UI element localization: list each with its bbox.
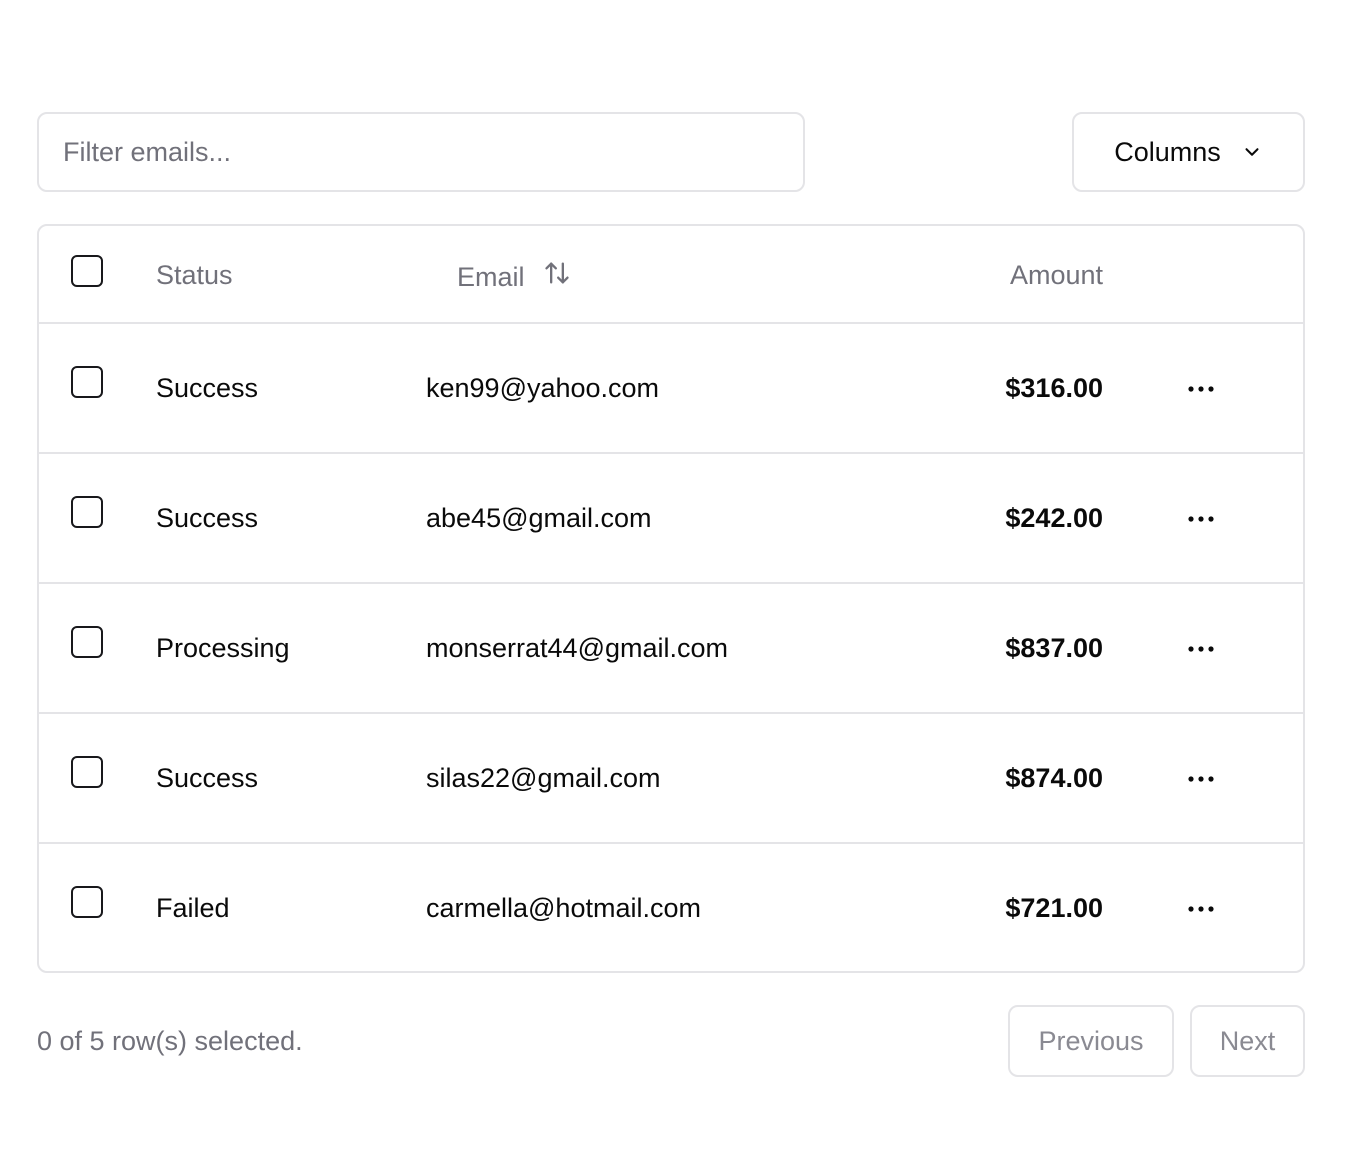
table-toolbar: Columns	[37, 112, 1305, 192]
row-select-checkbox[interactable]	[71, 756, 103, 788]
email-cell: monserrat44@gmail.com	[426, 633, 729, 663]
email-column-header: Email	[457, 261, 525, 292]
select-all-checkbox[interactable]	[71, 255, 103, 287]
status-column-header: Status	[156, 260, 233, 290]
amount-column-header: Amount	[1009, 260, 1103, 290]
row-actions-button[interactable]	[1183, 501, 1219, 537]
email-cell: ken99@yahoo.com	[426, 373, 660, 403]
chevron-down-icon	[1241, 141, 1263, 163]
previous-page-button[interactable]: Previous	[1008, 1005, 1174, 1077]
status-cell: Success	[156, 503, 259, 533]
row-select-checkbox[interactable]	[71, 626, 103, 658]
more-horizontal-icon	[1188, 776, 1214, 782]
table-row: Success abe45@gmail.com $242.00	[39, 454, 1303, 584]
amount-cell: $874.00	[1005, 763, 1103, 793]
row-actions-button[interactable]	[1183, 891, 1219, 927]
arrow-up-down-icon	[543, 259, 571, 294]
amount-cell: $837.00	[1005, 633, 1103, 663]
row-actions-button[interactable]	[1183, 761, 1219, 797]
email-cell: carmella@hotmail.com	[426, 893, 701, 923]
table-row: Failed carmella@hotmail.com $721.00	[39, 844, 1303, 971]
status-cell: Failed	[156, 893, 230, 923]
row-select-checkbox[interactable]	[71, 366, 103, 398]
table-footer: 0 of 5 row(s) selected. Previous Next	[37, 1005, 1305, 1077]
next-page-button[interactable]: Next	[1190, 1005, 1305, 1077]
table-header-row: Status Email Amount	[39, 226, 1303, 324]
more-horizontal-icon	[1188, 516, 1214, 522]
email-cell: silas22@gmail.com	[426, 763, 661, 793]
row-actions-button[interactable]	[1183, 631, 1219, 667]
more-horizontal-icon	[1188, 906, 1214, 912]
table-row: Success silas22@gmail.com $874.00	[39, 714, 1303, 844]
filter-emails-input[interactable]	[37, 112, 805, 192]
status-cell: Success	[156, 373, 259, 403]
email-sort-button[interactable]: Email	[457, 259, 571, 294]
status-cell: Processing	[156, 633, 290, 663]
amount-cell: $721.00	[1005, 893, 1103, 923]
columns-button[interactable]: Columns	[1072, 112, 1305, 192]
row-select-checkbox[interactable]	[71, 496, 103, 528]
selection-count-text: 0 of 5 row(s) selected.	[37, 1026, 303, 1056]
amount-cell: $242.00	[1005, 503, 1103, 533]
row-select-checkbox[interactable]	[71, 886, 103, 918]
more-horizontal-icon	[1188, 386, 1214, 392]
row-actions-button[interactable]	[1183, 371, 1219, 407]
more-horizontal-icon	[1188, 646, 1214, 652]
table-row: Processing monserrat44@gmail.com $837.00	[39, 584, 1303, 714]
status-cell: Success	[156, 763, 259, 793]
table-row: Success ken99@yahoo.com $316.00	[39, 324, 1303, 454]
email-cell: abe45@gmail.com	[426, 503, 652, 533]
columns-button-label: Columns	[1114, 136, 1221, 167]
payments-table: Status Email Amount Success ken99@yahoo.…	[37, 224, 1305, 973]
amount-cell: $316.00	[1005, 373, 1103, 403]
